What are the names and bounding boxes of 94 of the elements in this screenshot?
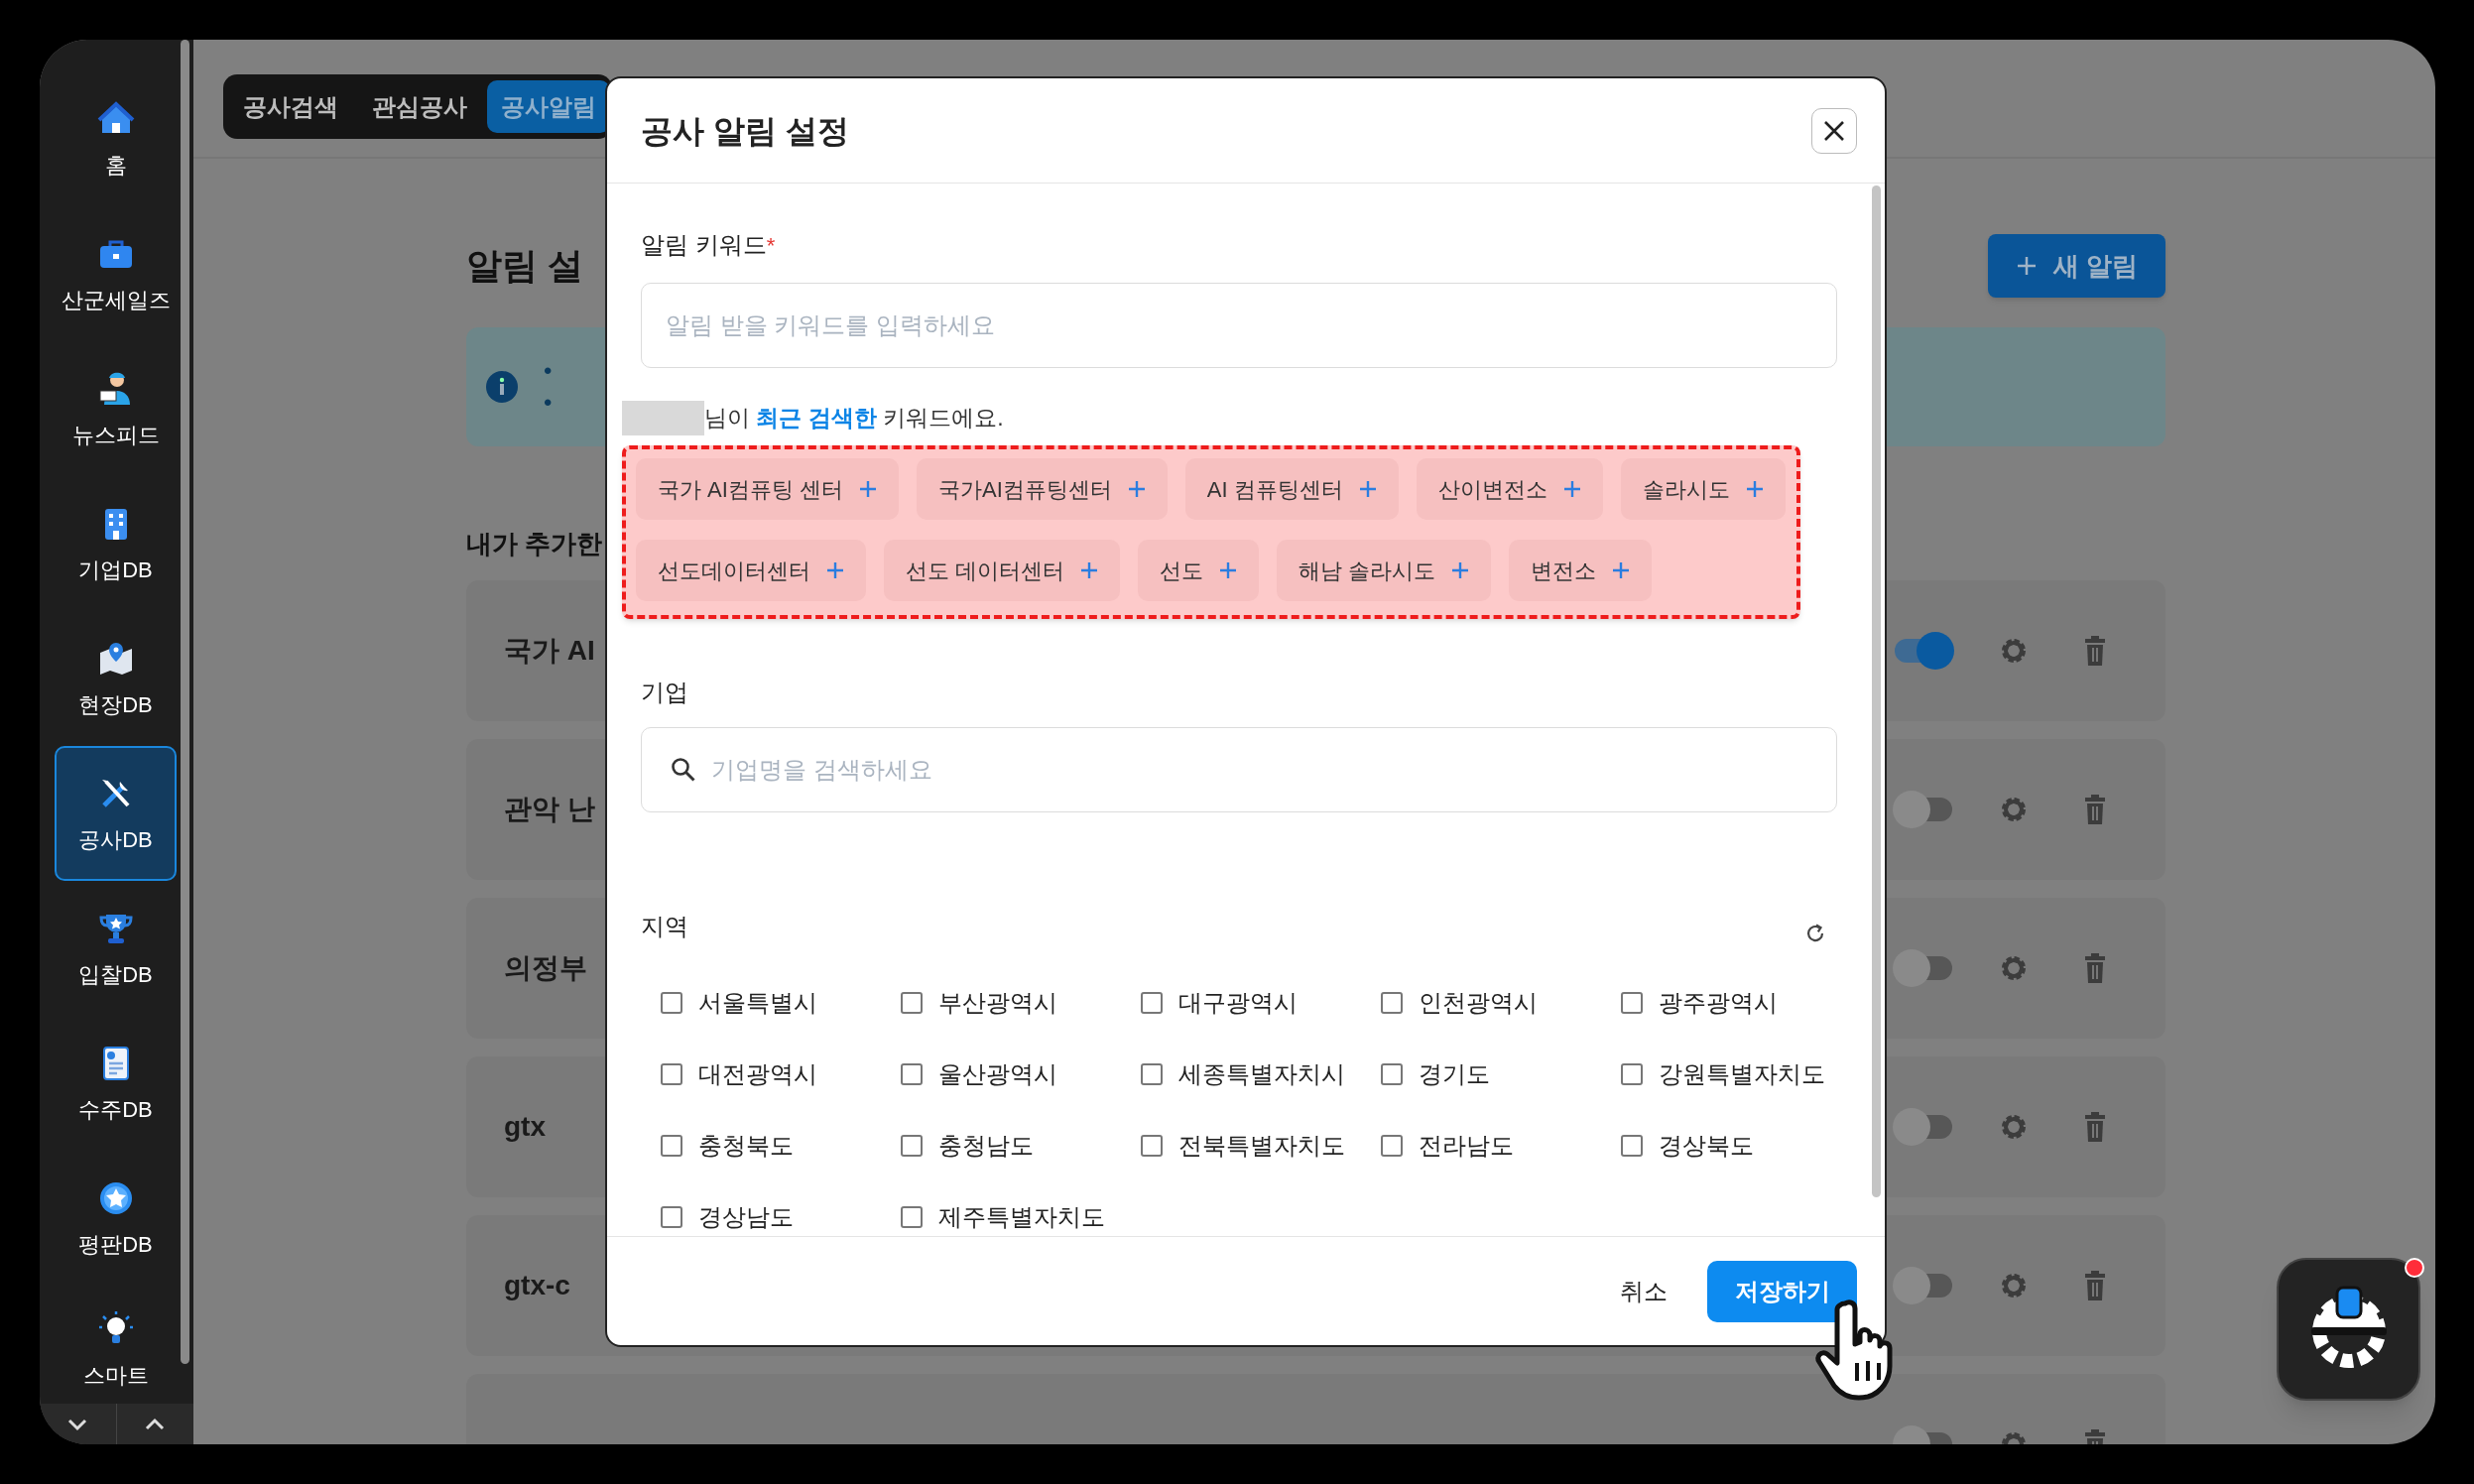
scrollbar[interactable] xyxy=(181,40,189,1364)
region-checkbox[interactable]: 제주특별자치도 xyxy=(901,1201,1141,1233)
sidebar-item[interactable]: 현장DB xyxy=(55,611,177,746)
field-label: 알림 키워드 xyxy=(641,230,767,260)
plus-icon xyxy=(1612,561,1631,579)
sidebar-item[interactable]: 입찰DB xyxy=(55,881,177,1016)
keyword-chip[interactable]: AI 컴퓨팅센터 xyxy=(1184,458,1399,520)
field-label: 기업 xyxy=(641,678,689,707)
new-alert-button[interactable]: 새 알림 xyxy=(1987,234,2165,298)
sidebar-item[interactable]: 뉴스피드 xyxy=(55,341,177,476)
region-checkbox[interactable]: 세종특별자치시 xyxy=(1141,1058,1381,1090)
recent-keywords-note: 님이 최근 검색한 키워드에요. xyxy=(704,403,1004,433)
keyword-chip[interactable]: 솔라시도 xyxy=(1620,458,1786,520)
close-icon xyxy=(1823,119,1845,142)
keyword-chip[interactable]: 국가 AI컴퓨팅 센터 xyxy=(636,458,899,520)
bullet: • xyxy=(544,388,553,418)
trash-icon[interactable] xyxy=(2083,953,2107,983)
page-heading: 알림 설 xyxy=(466,244,583,288)
toggle-switch[interactable] xyxy=(1893,1108,1954,1146)
plus-icon xyxy=(826,561,844,579)
region-checkbox[interactable]: 경상북도 xyxy=(1621,1130,1861,1162)
alert-title: gtx xyxy=(504,1110,546,1144)
sidebar-item[interactable]: 기업DB xyxy=(55,476,177,611)
region-checkbox[interactable]: 서울특별시 xyxy=(661,987,901,1019)
plus-icon xyxy=(1358,480,1377,498)
trash-icon[interactable] xyxy=(2083,636,2107,666)
plus-icon xyxy=(1219,561,1238,579)
plus-icon xyxy=(1562,480,1581,498)
company-search-field[interactable]: 기업명을 검색하세요 xyxy=(641,727,1837,812)
settings-icon[interactable] xyxy=(1999,1271,2029,1300)
sidebar-item[interactable]: 홈 xyxy=(55,71,177,206)
bullet: • xyxy=(544,356,553,386)
sidebar-item[interactable]: 수주DB xyxy=(55,1016,177,1151)
tab[interactable]: 공사검색 xyxy=(229,80,352,133)
region-checkbox[interactable]: 충청북도 xyxy=(661,1130,901,1162)
region-checkbox[interactable]: 광주광역시 xyxy=(1621,987,1861,1019)
search-icon xyxy=(671,757,696,783)
region-checkbox[interactable]: 강원특별자치도 xyxy=(1621,1058,1861,1090)
keyword-input-field[interactable]: 알림 받을 키워드를 입력하세요 xyxy=(641,283,1837,368)
settings-icon[interactable] xyxy=(1999,795,2029,824)
modal-title: 공사 알림 설정 xyxy=(641,111,849,151)
settings-icon[interactable] xyxy=(1999,1112,2029,1142)
save-button[interactable]: 저장하기 xyxy=(1707,1260,1857,1322)
settings-icon[interactable] xyxy=(1999,953,2029,983)
alert-title: 국가 AI xyxy=(504,634,595,668)
region-checkbox[interactable]: 전라남도 xyxy=(1381,1130,1621,1162)
tab[interactable]: 관심공사 xyxy=(358,80,481,133)
plus-icon xyxy=(1080,561,1099,579)
toggle-switch[interactable] xyxy=(1893,632,1954,670)
info-icon xyxy=(486,371,518,403)
alert-title: 관악 난 xyxy=(504,793,595,826)
plus-icon xyxy=(1127,480,1146,498)
plus-icon xyxy=(2015,255,2038,277)
trash-icon[interactable] xyxy=(2083,1271,2107,1300)
keyword-chip[interactable]: 산이변전소 xyxy=(1416,458,1603,520)
keyword-chip[interactable]: 변전소 xyxy=(1509,540,1653,601)
cancel-button[interactable]: 취소 xyxy=(1606,1260,1681,1322)
keyword-chip[interactable]: 국가AI컴퓨팅센터 xyxy=(917,458,1168,520)
chevron-up-icon xyxy=(144,1417,167,1431)
scrollbar[interactable] xyxy=(1872,186,1881,1197)
settings-icon[interactable] xyxy=(1999,636,2029,666)
region-checkbox[interactable]: 경기도 xyxy=(1381,1058,1621,1090)
helper-chat-button[interactable] xyxy=(2277,1258,2420,1401)
region-checkbox[interactable]: 울산광역시 xyxy=(901,1058,1141,1090)
field-label: 지역 xyxy=(641,912,688,941)
chevron-down-icon xyxy=(66,1417,89,1431)
region-checkbox[interactable]: 대전광역시 xyxy=(661,1058,901,1090)
plus-icon xyxy=(1451,561,1470,579)
toggle-switch[interactable] xyxy=(1893,1267,1954,1304)
sidebar-item[interactable]: 산군세일즈 xyxy=(55,206,177,341)
alert-title: gtx-c xyxy=(504,1269,570,1302)
sidebar-item[interactable]: 공사DB xyxy=(55,746,177,881)
section-title: 내가 추가한 xyxy=(466,530,604,557)
region-checkbox[interactable]: 부산광역시 xyxy=(901,987,1141,1019)
region-checkbox[interactable]: 전북특별자치도 xyxy=(1141,1130,1381,1162)
region-checkbox[interactable]: 대구광역시 xyxy=(1141,987,1381,1019)
keyword-chip[interactable]: 선도 xyxy=(1138,540,1260,601)
keyword-chip[interactable]: 선도 데이터센터 xyxy=(884,540,1121,601)
sidebar-item[interactable]: 평판DB xyxy=(55,1151,177,1286)
close-button[interactable] xyxy=(1811,107,1857,154)
plus-icon xyxy=(1745,480,1764,498)
keyword-chip[interactable]: 해남 솔라시도 xyxy=(1277,540,1492,601)
plus-icon xyxy=(859,480,877,498)
keyword-chip[interactable]: 선도데이터센터 xyxy=(636,540,866,601)
trash-icon[interactable] xyxy=(2083,795,2107,824)
toggle-switch[interactable] xyxy=(1893,791,1954,828)
region-checkbox[interactable]: 경상남도 xyxy=(661,1201,901,1233)
toggle-switch[interactable] xyxy=(1893,949,1954,987)
sidebar-item[interactable]: 스마트 xyxy=(55,1286,177,1404)
trash-icon[interactable] xyxy=(2083,1112,2107,1142)
region-checkbox[interactable]: 충청남도 xyxy=(901,1130,1141,1162)
alert-title: 의정부 xyxy=(504,951,587,985)
region-checkbox[interactable]: 인천광역시 xyxy=(1381,987,1621,1019)
required-mark: * xyxy=(766,232,776,260)
